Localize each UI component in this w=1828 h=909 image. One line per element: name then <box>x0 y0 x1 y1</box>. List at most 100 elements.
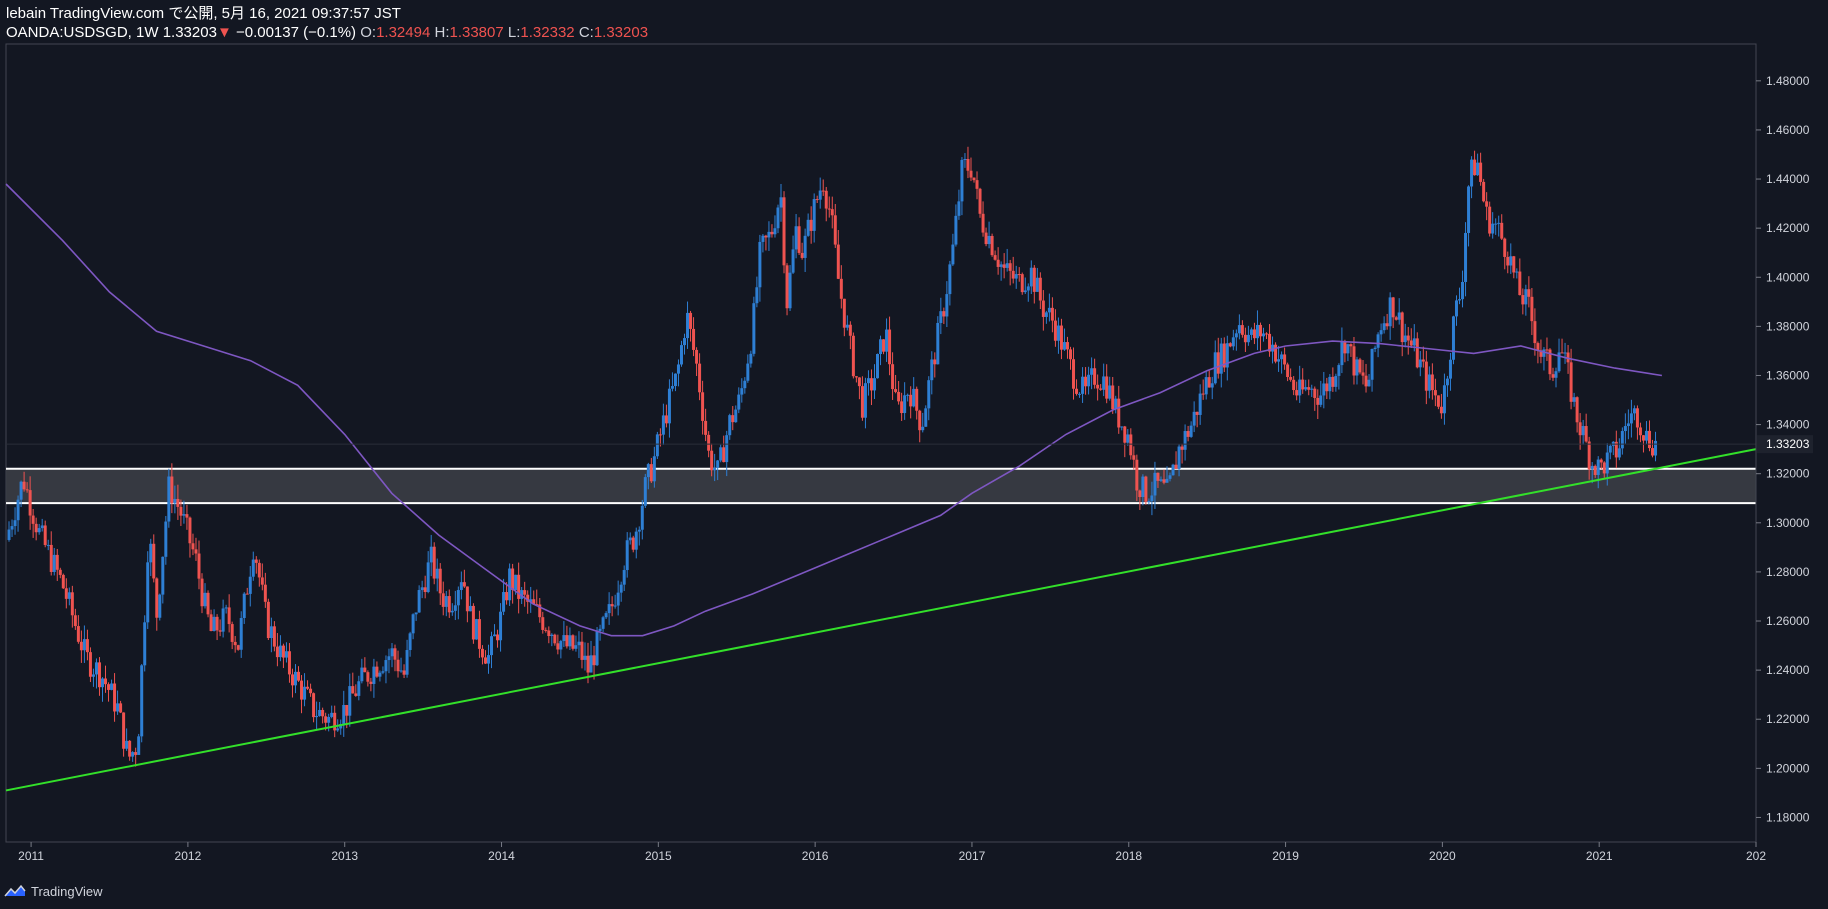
candle-up[interactable] <box>779 183 783 222</box>
candle-down[interactable] <box>1530 287 1534 335</box>
candle-down[interactable] <box>1527 276 1531 308</box>
candle-down[interactable] <box>981 201 985 237</box>
candle-up[interactable] <box>885 318 889 362</box>
candle-up[interactable] <box>1102 363 1106 397</box>
candle-down[interactable] <box>1424 350 1428 405</box>
candle-up[interactable] <box>158 593 162 621</box>
candle-up[interactable] <box>52 547 56 576</box>
candle-up[interactable] <box>486 644 490 674</box>
candle-up[interactable] <box>429 534 433 577</box>
candle-down[interactable] <box>1099 384 1103 391</box>
candle-down[interactable] <box>134 747 138 767</box>
candle-up[interactable] <box>1355 356 1359 385</box>
candle-down[interactable] <box>900 392 904 421</box>
candle-down[interactable] <box>1174 451 1178 469</box>
candle-down[interactable] <box>1096 374 1100 401</box>
candle-up[interactable] <box>1451 315 1455 365</box>
candle-up[interactable] <box>372 658 376 698</box>
time-axis[interactable]: 2011 2012 2013 2014 2015 2016 2017 2018 2019 2020… <box>6 841 1766 863</box>
candle-down[interactable] <box>1274 342 1278 364</box>
candle-up[interactable] <box>357 675 361 701</box>
candle-down[interactable] <box>547 626 551 644</box>
candle-down[interactable] <box>1186 425 1190 442</box>
candle-down[interactable] <box>369 677 373 692</box>
candle-up[interactable] <box>866 370 870 396</box>
candle-up[interactable] <box>1090 357 1094 390</box>
candle-up[interactable] <box>939 297 943 335</box>
candle-down[interactable] <box>848 321 852 350</box>
candle-up[interactable] <box>634 527 638 559</box>
candle-up[interactable] <box>1632 405 1636 421</box>
candle-down[interactable] <box>553 633 557 646</box>
candle-down[interactable] <box>1038 272 1042 310</box>
candle-down[interactable] <box>1017 267 1021 282</box>
candle-up[interactable] <box>604 611 608 620</box>
candle-down[interactable] <box>1560 338 1564 354</box>
candle-down[interactable] <box>300 675 304 714</box>
candle-up[interactable] <box>806 213 810 237</box>
support-zone[interactable] <box>6 468 1756 504</box>
candle-up[interactable] <box>1620 427 1624 455</box>
candle-down[interactable] <box>1093 358 1097 389</box>
candle-up[interactable] <box>951 233 955 266</box>
candle-up[interactable] <box>414 612 418 621</box>
candle-down[interactable] <box>731 406 735 431</box>
candle-up[interactable] <box>1623 413 1627 444</box>
candle-up[interactable] <box>1219 337 1223 388</box>
candle-up[interactable] <box>1626 409 1630 440</box>
candle-up[interactable] <box>1542 347 1546 371</box>
candle-down[interactable] <box>1228 342 1232 348</box>
candle-down[interactable] <box>1421 346 1425 368</box>
candle-up[interactable] <box>1494 218 1498 235</box>
candle-up[interactable] <box>417 585 421 613</box>
candle-up[interactable] <box>1328 374 1332 400</box>
candle-up[interactable] <box>876 353 880 379</box>
candle-up[interactable] <box>559 639 563 659</box>
candle-down[interactable] <box>1349 343 1353 357</box>
candle-down[interactable] <box>480 645 484 665</box>
candle-down[interactable] <box>432 542 436 585</box>
candle-down[interactable] <box>333 705 337 738</box>
candle-down[interactable] <box>993 250 997 261</box>
candle-up[interactable] <box>459 571 463 600</box>
candle-down[interactable] <box>1436 395 1440 410</box>
candle-up[interactable] <box>212 609 216 632</box>
candle-down[interactable] <box>824 186 828 222</box>
candle-down[interactable] <box>1482 178 1486 203</box>
candle-up[interactable] <box>761 233 765 253</box>
candle-up[interactable] <box>607 592 611 625</box>
candle-up[interactable] <box>269 617 273 653</box>
candle-up[interactable] <box>676 359 680 387</box>
candle-up[interactable] <box>1204 370 1208 400</box>
candle-up[interactable] <box>405 639 409 678</box>
candle-down[interactable] <box>113 673 117 722</box>
candle-down[interactable] <box>978 187 982 218</box>
candle-up[interactable] <box>1120 426 1124 431</box>
candle-up[interactable] <box>622 565 626 592</box>
candle-down[interactable] <box>1059 318 1063 360</box>
candle-down[interactable] <box>664 404 668 428</box>
candle-down[interactable] <box>689 310 693 342</box>
candle-up[interactable] <box>1304 379 1308 392</box>
candle-down[interactable] <box>1500 214 1504 241</box>
candle-down[interactable] <box>692 317 696 357</box>
candle-down[interactable] <box>375 661 379 678</box>
candle-up[interactable] <box>776 204 780 234</box>
footer-brand[interactable]: TradingView <box>4 880 103 902</box>
candle-up[interactable] <box>456 586 460 620</box>
candle-up[interactable] <box>1581 419 1585 445</box>
candle-down[interactable] <box>918 409 922 443</box>
candle-up[interactable] <box>1470 156 1474 199</box>
candle-down[interactable] <box>477 610 481 658</box>
candle-down[interactable] <box>1207 370 1211 388</box>
candle-up[interactable] <box>435 558 439 592</box>
price-chart[interactable]: 1.18000 1.20000 1.22000 1.24000 1.26000 1.280… <box>0 0 1828 909</box>
candle-down[interactable] <box>556 634 560 655</box>
candle-up[interactable] <box>502 578 506 616</box>
candle-down[interactable] <box>695 347 699 377</box>
candle-down[interactable] <box>1008 259 1012 286</box>
candle-up[interactable] <box>1376 332 1380 358</box>
candle-down[interactable] <box>275 633 279 667</box>
candle-up[interactable] <box>167 468 171 528</box>
candle-down[interactable] <box>538 598 542 623</box>
